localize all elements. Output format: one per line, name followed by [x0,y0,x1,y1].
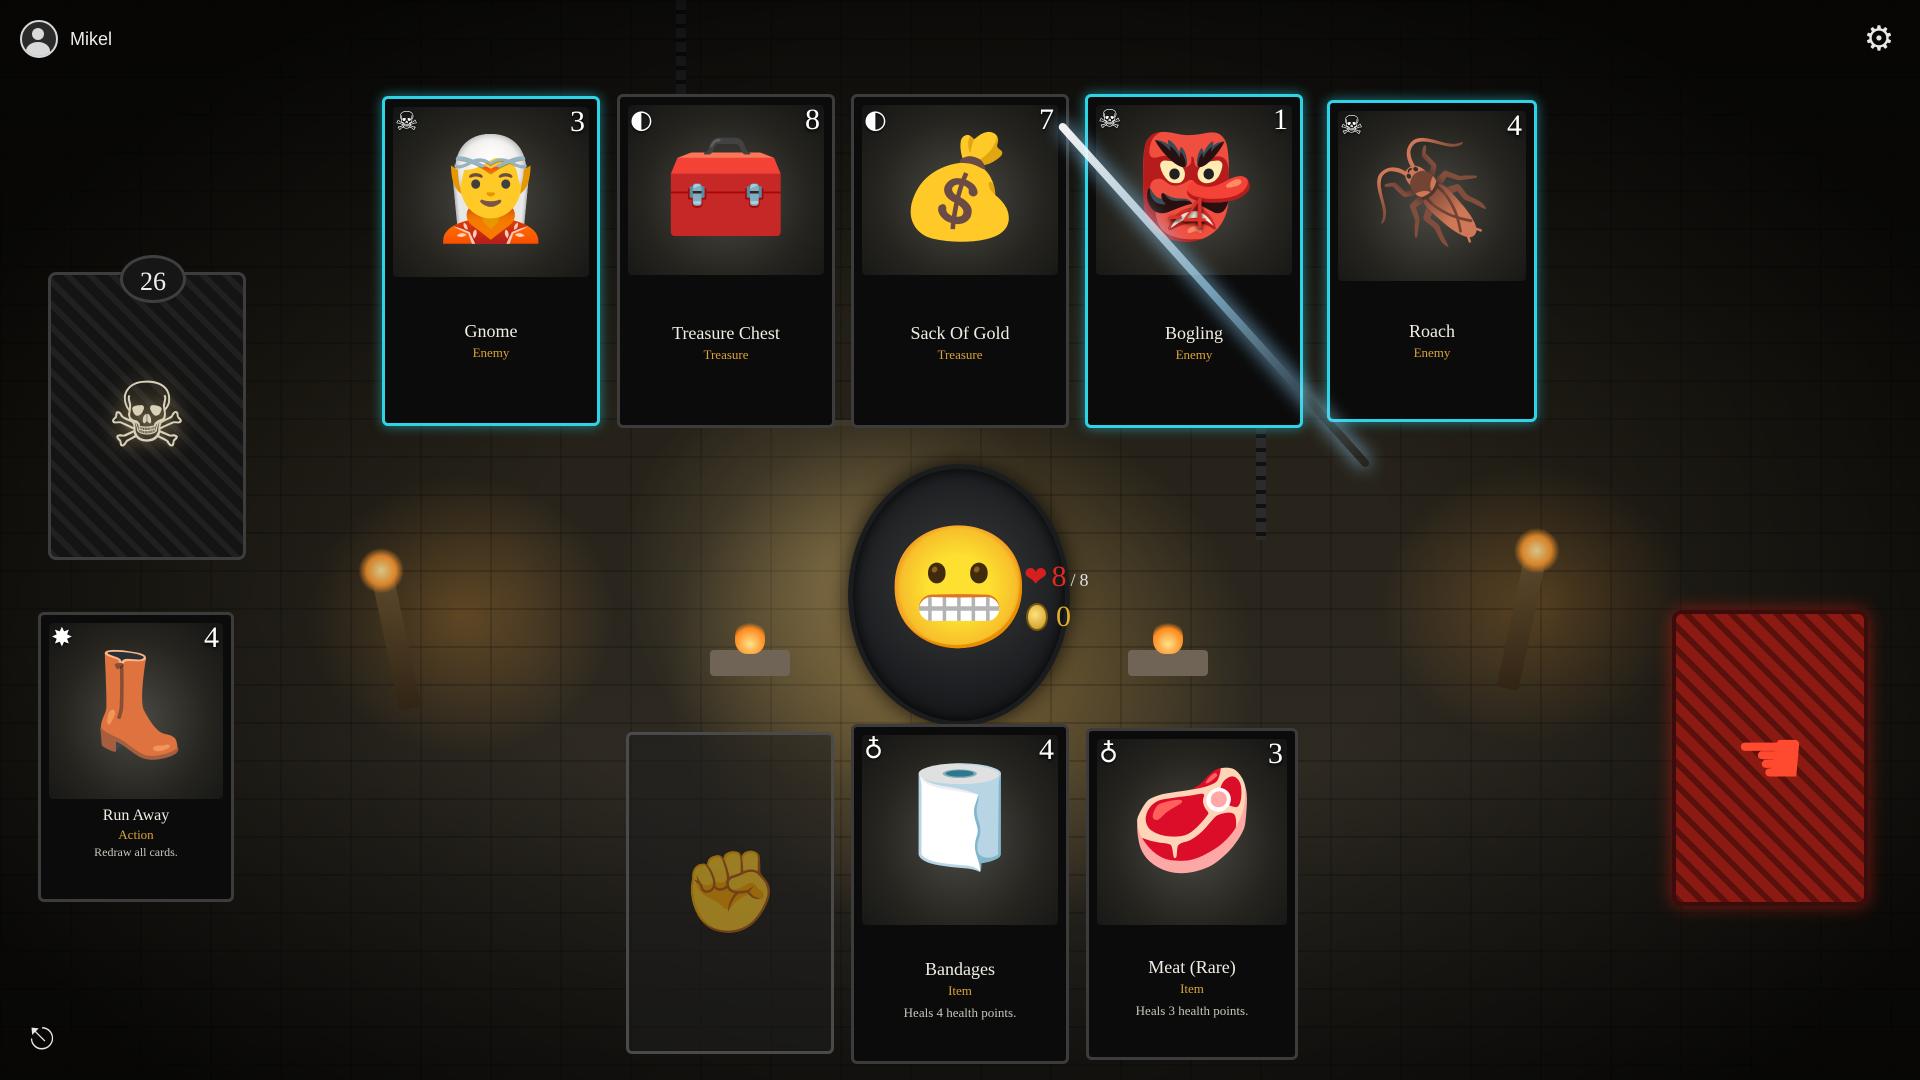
sack-art: 💰 [897,128,1023,245]
card-art: 🧻 [862,735,1058,925]
gear-icon[interactable]: ⚙ [1860,20,1898,58]
chest-art: 🧰 [663,128,789,245]
card-value: 3 [570,105,585,138]
card-kind: Item [948,983,972,998]
card-name: Bandages [925,959,995,979]
hero-portrait[interactable]: 😬 [848,464,1070,726]
card-run-away[interactable]: 👢 ✸ 4 Run Away Action Redraw all cards. [38,612,234,902]
card-name: Bogling [1164,323,1223,343]
card-kind: Enemy [1413,345,1451,360]
user-profile[interactable]: Mikel [20,20,112,58]
weapon-slot-empty[interactable]: ✊ [626,732,834,1054]
card-value: 3 [1268,737,1283,770]
card-value: 8 [805,103,820,136]
sack-icon: ♁ [864,735,884,765]
draw-deck[interactable]: ☠ [48,272,246,560]
card-kind: Enemy [472,345,510,360]
boot-art: 👢 [73,646,199,763]
discard-pile[interactable]: ☚ [1672,610,1868,906]
gnome-art: 🧝 [428,130,554,247]
skull-icon: ☠ [1098,105,1122,135]
card-roach[interactable]: 🪳 ☠ 4 Roach Enemy [1327,100,1537,422]
sack-icon: ♁ [1099,739,1119,769]
card-value: 4 [1039,733,1054,766]
card-kind: Item [1180,981,1204,996]
meat-art: 🥩 [1129,762,1255,879]
card-bandages[interactable]: 🧻 ♁ 4 Bandages Item Heals 4 health point… [851,724,1069,1064]
card-treasure-chest[interactable]: 🧰 ◐ 8 Treasure Chest Treasure [617,94,835,428]
hp-current: 8 [1051,560,1067,593]
exit-icon[interactable]: ⎋ [24,1022,60,1058]
card-kind: Action [118,827,154,842]
card-bogling[interactable]: 👺 ☠ 1 Bogling Enemy [1085,94,1303,428]
coin-icon: ◐ [630,105,653,135]
roach-art: 🪳 [1369,134,1495,251]
card-art: 👢 [49,623,223,799]
card-name: Roach [1409,321,1455,341]
card-gnome[interactable]: 🧝 ☠ 3 Gnome Enemy [382,96,600,426]
damage-popup: -4 [1168,187,1207,238]
skull-icon: ☠ [1340,111,1364,141]
card-value: 7 [1039,103,1054,136]
card-desc: Heals 4 health points. [903,1005,1017,1020]
card-art: 💰 [862,105,1058,275]
coin-icon [1026,603,1048,631]
card-name: Gnome [464,321,518,341]
bandages-art: 🧻 [897,758,1023,875]
discard-hand-icon: ☚ [1734,711,1806,805]
heart-icon: ❤ [1024,560,1048,593]
hero-health: ❤ 8 / 8 [1024,560,1088,594]
hero-gold: 0 [1026,600,1071,634]
card-name: Treasure Chest [672,323,780,343]
hp-separator: / [1070,570,1076,590]
card-desc: Redraw all cards. [94,845,178,859]
username: Mikel [70,28,113,49]
star-icon: ✸ [51,623,73,653]
card-value: 1 [1273,103,1288,136]
card-value: 4 [204,621,219,654]
deck-count: 26 [120,255,186,303]
card-art: 🧰 [628,105,824,275]
card-name: Meat (Rare) [1148,957,1236,977]
card-art: 🧝 [393,107,589,277]
user-icon [20,20,58,58]
card-meat-rare[interactable]: 🥩 ♁ 3 Meat (Rare) Item Heals 3 health po… [1086,728,1298,1060]
card-kind: Treasure [703,347,749,362]
skull-icon: ☠ [395,107,419,137]
card-name: Sack Of Gold [910,323,1010,343]
card-art: 🪳 [1338,111,1526,281]
card-sack-of-gold[interactable]: 💰 ◐ 7 Sack Of Gold Treasure [851,94,1069,428]
skull-icon: ☠ [106,363,188,469]
gold-value: 0 [1056,600,1071,633]
card-value: 4 [1507,109,1522,142]
card-kind: Treasure [937,347,983,362]
card-name: Run Away [102,807,170,824]
card-desc: Heals 3 health points. [1135,1003,1249,1018]
card-art: 🥩 [1097,739,1287,925]
coin-icon: ◐ [864,105,887,135]
hp-max: 8 [1079,570,1089,590]
fist-icon: ✊ [680,845,780,938]
